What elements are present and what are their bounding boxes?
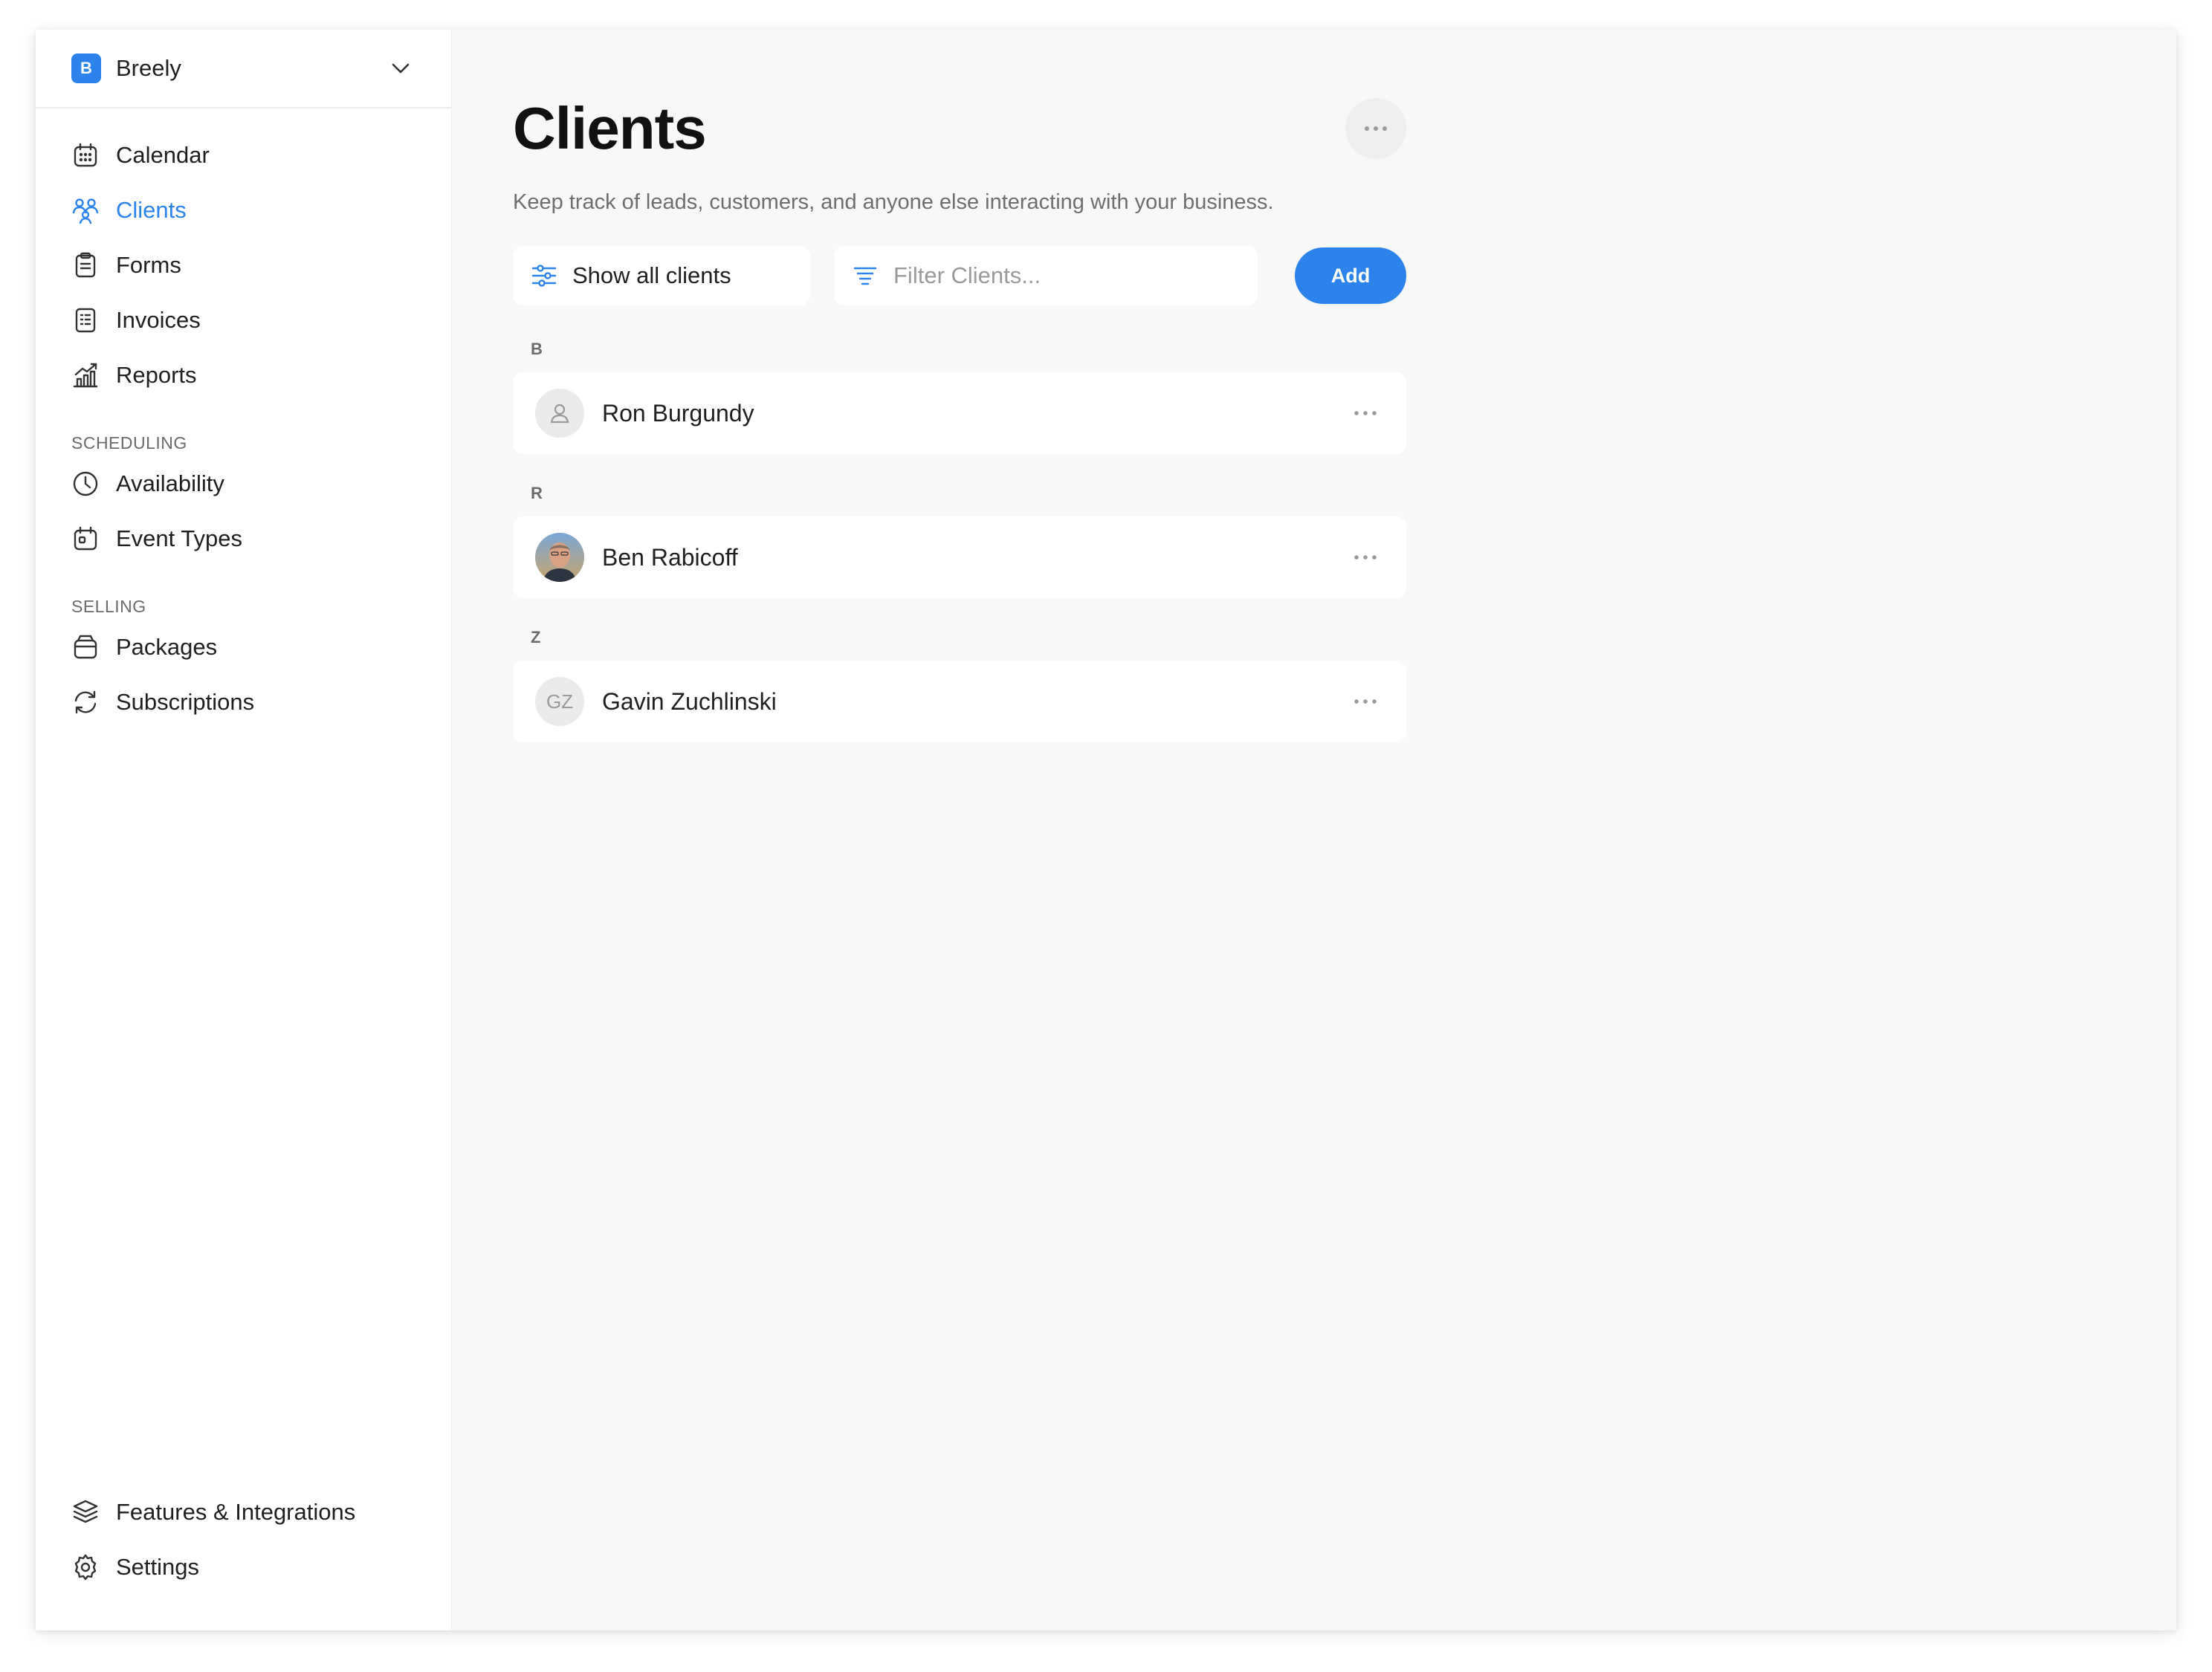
- sidebar-bottom: Features & Integrations Settings: [36, 1485, 451, 1595]
- event-icon: [74, 526, 97, 551]
- client-name: Ben Rabicoff: [602, 543, 738, 571]
- avatar-initials: GZ: [535, 677, 584, 726]
- toolbar: Show all clients Add: [513, 246, 1406, 305]
- main-content: Clients Keep track of leads, customers, …: [452, 30, 2176, 1630]
- main-nav: Calendar Clients Forms Invoices Reports …: [36, 108, 451, 730]
- workspace-badge: B: [71, 54, 101, 83]
- layers-icon: [73, 1500, 98, 1523]
- sidebar-item-packages[interactable]: Packages: [36, 620, 451, 675]
- sidebar-item-label: Features & Integrations: [116, 1499, 356, 1525]
- page-title: Clients: [513, 95, 707, 161]
- app-window: B Breely Calendar Clients Forms Invoices: [36, 30, 2176, 1630]
- chevron-down-icon[interactable]: [386, 54, 415, 83]
- avatar: [535, 533, 584, 582]
- sidebar-item-subscriptions[interactable]: Subscriptions: [36, 675, 451, 730]
- sidebar-item-label: Invoices: [116, 307, 201, 333]
- title-row: Clients: [513, 95, 1406, 161]
- add-client-button[interactable]: Add: [1295, 247, 1406, 304]
- row-more-button[interactable]: [1347, 687, 1384, 716]
- sidebar-item-label: Availability: [116, 470, 224, 496]
- filter-field: [834, 246, 1258, 305]
- clients-panel: Clients Keep track of leads, customers, …: [513, 95, 1406, 742]
- client-group-z: Z GZ Gavin Zuchlinski: [513, 628, 1406, 742]
- row-more-button[interactable]: [1347, 542, 1384, 572]
- clipboard-icon: [75, 252, 96, 278]
- sidebar-item-features-integrations[interactable]: Features & Integrations: [36, 1485, 451, 1540]
- avatar: [535, 389, 584, 438]
- sidebar-item-label: Calendar: [116, 142, 210, 168]
- more-horizontal-icon: [1354, 555, 1377, 560]
- sidebar-item-label: Reports: [116, 362, 197, 388]
- sidebar: B Breely Calendar Clients Forms Invoices: [36, 30, 452, 1630]
- sidebar-item-reports[interactable]: Reports: [36, 348, 451, 403]
- sidebar-item-label: Event Types: [116, 525, 243, 551]
- sidebar-item-availability[interactable]: Availability: [36, 456, 451, 511]
- sidebar-item-calendar[interactable]: Calendar: [36, 128, 451, 183]
- sidebar-item-label: Forms: [116, 252, 181, 278]
- sidebar-item-event-types[interactable]: Event Types: [36, 511, 451, 566]
- client-name: Gavin Zuchlinski: [602, 687, 777, 715]
- section-label-scheduling: SCHEDULING: [71, 433, 187, 453]
- client-name: Ron Burgundy: [602, 399, 754, 427]
- sidebar-item-label: Packages: [116, 634, 218, 660]
- person-icon: [550, 404, 569, 424]
- users-icon: [72, 198, 99, 224]
- more-horizontal-icon: [1354, 411, 1377, 415]
- section-label-selling: SELLING: [71, 597, 146, 616]
- page-subtitle: Keep track of leads, customers, and anyo…: [513, 190, 1274, 214]
- client-group-r: R Ben Rabicoff: [513, 484, 1406, 598]
- group-letter: B: [531, 340, 543, 358]
- group-letter: Z: [531, 628, 541, 647]
- more-horizontal-icon: [1354, 699, 1377, 704]
- profile-photo: [535, 533, 584, 582]
- client-row[interactable]: Ben Rabicoff: [513, 516, 1406, 598]
- page-more-button[interactable]: [1345, 98, 1406, 159]
- sidebar-item-label: Subscriptions: [116, 689, 255, 715]
- row-more-button[interactable]: [1347, 398, 1384, 428]
- client-group-b: B Ron Burgundy: [513, 340, 1406, 454]
- filter-clients-input[interactable]: [893, 262, 1241, 289]
- sidebar-item-clients[interactable]: Clients: [36, 183, 451, 238]
- client-row[interactable]: Ron Burgundy: [513, 372, 1406, 454]
- show-all-clients-button[interactable]: Show all clients: [513, 246, 810, 305]
- group-letter: R: [531, 484, 543, 502]
- show-all-clients-label: Show all clients: [572, 262, 731, 288]
- more-horizontal-icon: [1365, 126, 1387, 131]
- sidebar-item-settings[interactable]: Settings: [36, 1540, 451, 1595]
- sidebar-item-invoices[interactable]: Invoices: [36, 293, 451, 348]
- sidebar-item-label: Clients: [116, 197, 187, 223]
- filter-icon: [853, 267, 877, 285]
- sidebar-item-forms[interactable]: Forms: [36, 238, 451, 293]
- gear-icon: [74, 1554, 97, 1581]
- refresh-icon: [74, 690, 97, 714]
- calendar-icon: [74, 143, 97, 167]
- client-row[interactable]: GZ Gavin Zuchlinski: [513, 661, 1406, 742]
- sidebar-item-label: Settings: [116, 1554, 200, 1580]
- workspace-switcher[interactable]: B Breely: [36, 30, 451, 108]
- clock-icon: [73, 471, 98, 496]
- sliders-icon: [531, 265, 557, 287]
- chart-icon: [73, 363, 98, 388]
- package-icon: [74, 635, 97, 659]
- workspace-name: Breely: [116, 55, 181, 81]
- receipt-icon: [75, 308, 96, 333]
